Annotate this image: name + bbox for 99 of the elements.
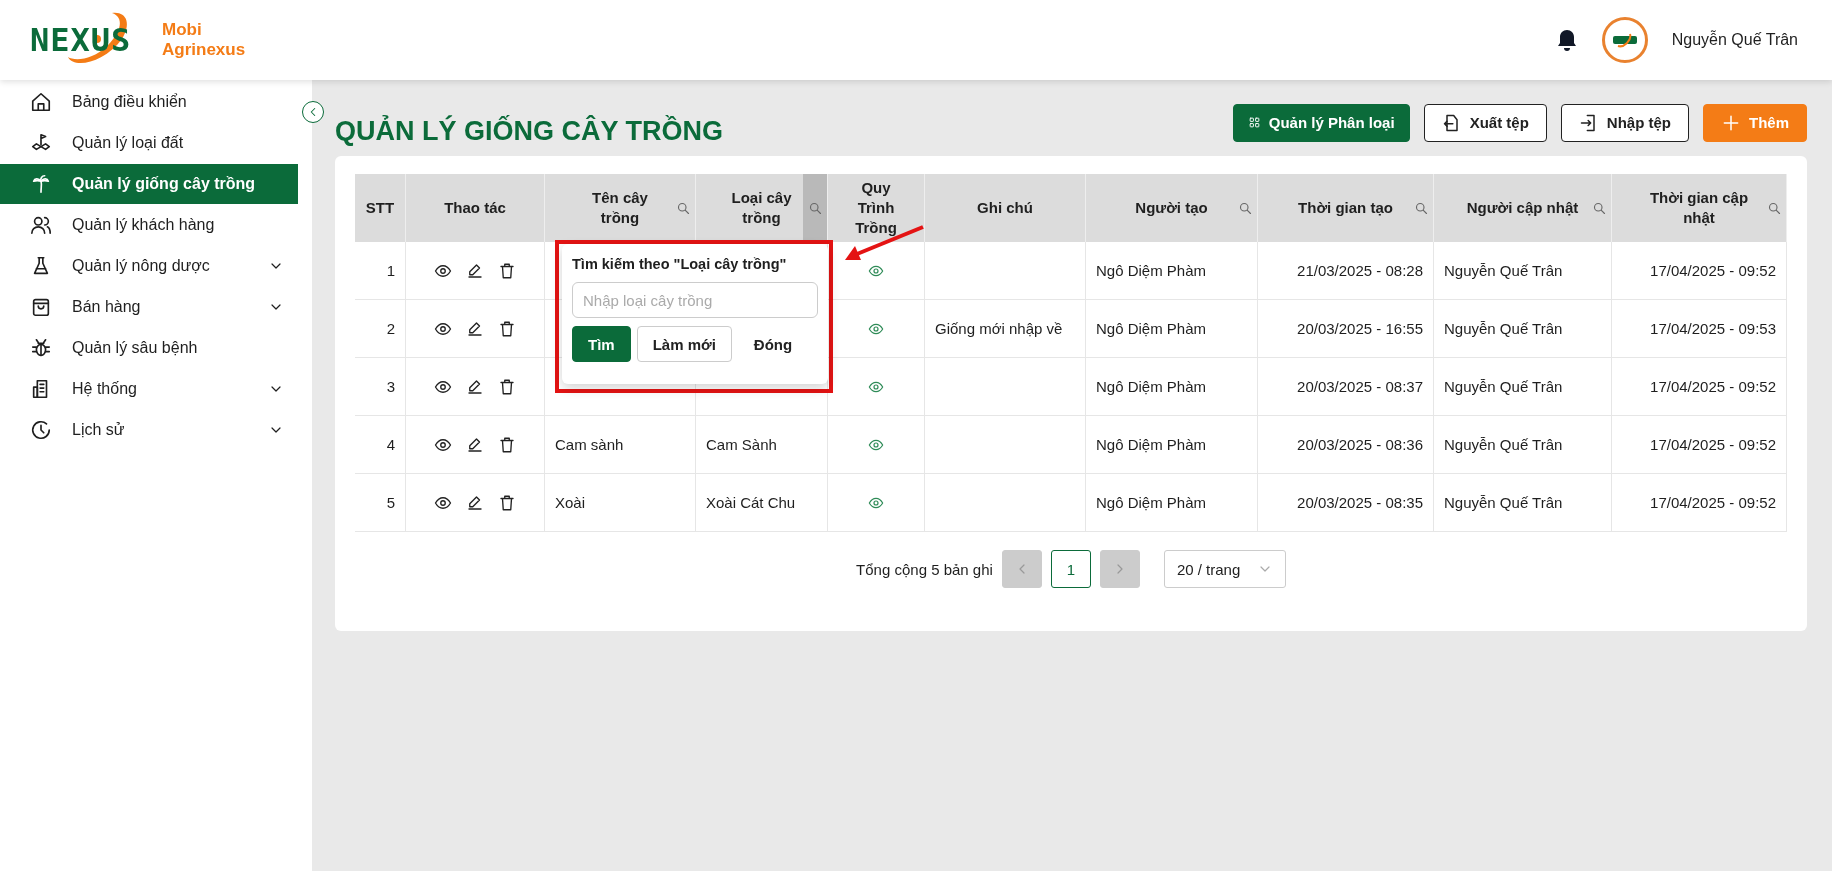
table-cell: 21/03/2025 - 08:28 [1258, 242, 1434, 300]
search-icon [675, 200, 691, 216]
table-cell: Cam sành [545, 416, 696, 474]
popup-button[interactable]: Làm mới [636, 326, 732, 362]
column-header: Thời gian tạo [1258, 174, 1434, 242]
table-cell: Ngô Diệm Phàm [1086, 358, 1258, 416]
bug-icon [30, 337, 52, 359]
avatar[interactable] [1601, 17, 1648, 63]
trash-icon [498, 435, 516, 454]
column-header: Thao tác [406, 174, 545, 242]
table-cell: 20/03/2025 - 16:55 [1258, 300, 1434, 358]
home-icon [30, 91, 52, 113]
sidebar-item[interactable]: Quản lý loại đất [0, 123, 298, 163]
collapse-button[interactable] [302, 101, 324, 123]
table-cell: Nguyễn Quế Trân [1434, 358, 1612, 416]
table-cell: Nguyễn Quế Trân [1434, 300, 1612, 358]
table-cell: 17/04/2025 - 09:52 [1612, 474, 1787, 532]
table-cell: 17/04/2025 - 09:52 [1612, 242, 1787, 300]
delete-button[interactable] [498, 261, 516, 280]
table-cell: 1 [355, 242, 406, 300]
page-title: QUẢN LÝ GIỐNG CÂY TRỒNG [335, 116, 725, 147]
trash-icon [498, 261, 516, 280]
table-cell: 2 [355, 300, 406, 358]
table-cell: 3 [355, 358, 406, 416]
edit-button[interactable] [466, 377, 484, 396]
user-name: Nguyễn Quế Trân [1671, 31, 1798, 49]
clock-icon [30, 419, 52, 441]
table-cell: Ngô Diệm Phàm [1086, 474, 1258, 532]
search-icon [1237, 200, 1253, 216]
bell-icon[interactable] [1555, 28, 1578, 52]
column-header: STT [355, 174, 406, 242]
column-header: Loại cây trồng [696, 174, 828, 242]
pencil-icon [466, 319, 484, 338]
table-cell: Cam Sành [696, 416, 828, 474]
table-cell: 20/03/2025 - 08:36 [1258, 416, 1434, 474]
table-cell: Xoài Cát Chu [696, 474, 828, 532]
edit-button[interactable] [466, 261, 484, 280]
sidebar-item[interactable]: Quản lý sâu bệnh [0, 328, 298, 368]
delete-button[interactable] [498, 377, 516, 396]
table-cell: Xoài [545, 474, 696, 532]
sidebar-item[interactable]: Bán hàng [0, 287, 298, 327]
column-header: Người tạo [1086, 174, 1258, 242]
table-cell: 4 [355, 416, 406, 474]
table-cell: Nguyễn Quế Trân [1434, 416, 1612, 474]
action-button[interactable]: Xuất tệp [1423, 103, 1547, 142]
table-cell: 17/04/2025 - 09:52 [1612, 416, 1787, 474]
action-button[interactable]: Nhập tệp [1560, 103, 1689, 142]
page-button[interactable]: 1 [1050, 550, 1091, 588]
table-cell: 20/03/2025 - 08:35 [1258, 474, 1434, 532]
table-cell: Nguyễn Quế Trân [1434, 474, 1612, 532]
search-icon [1766, 200, 1782, 216]
pencil-icon [466, 493, 484, 512]
popup-button[interactable]: Tìm [572, 326, 631, 362]
column-header: Quy Trình Trồng [828, 174, 925, 242]
table-cell: 5 [355, 474, 406, 532]
delete-button[interactable] [498, 435, 516, 454]
table-cell: Ngô Diệm Phàm [1086, 416, 1258, 474]
bag-icon [30, 296, 52, 318]
search-field[interactable]: Nhập loại cây trồng [572, 282, 818, 318]
table-cell: Ngô Diệm Phàm [1086, 300, 1258, 358]
search-icon [1413, 200, 1429, 216]
brand-name: Mobi [162, 20, 203, 40]
sidebar-item[interactable]: Bảng điều khiển [0, 82, 298, 122]
action-button[interactable]: Quản lý Phân loại [1232, 103, 1410, 142]
trash-icon [498, 493, 516, 512]
pencil-icon [466, 435, 484, 454]
column-header: Ghi chú [925, 174, 1086, 242]
brand-name: Agrinexus [162, 40, 246, 60]
sidebar-item[interactable]: Hệ thống [0, 369, 298, 409]
edit-button[interactable] [466, 493, 484, 512]
table-cell: Giống mới nhập về [925, 300, 1086, 358]
table-cell: Nguyễn Quế Trân [1434, 242, 1612, 300]
table-cell: 20/03/2025 - 08:37 [1258, 358, 1434, 416]
table-cell: 17/04/2025 - 09:53 [1612, 300, 1787, 358]
sidebar-item[interactable]: Quản lý khách hàng [0, 205, 298, 245]
search-icon [807, 200, 823, 216]
sidebar-item[interactable]: Quản lý giống cây trồng [0, 164, 298, 204]
table-cell: Ngô Diệm Phàm [1086, 242, 1258, 300]
delete-button[interactable] [498, 319, 516, 338]
pencil-icon [466, 261, 484, 280]
total-records: Tổng cộng 5 bản ghi [856, 560, 993, 578]
palm-tree-icon [30, 173, 52, 195]
column-header: Người cập nhật [1434, 174, 1612, 242]
sidebar-item[interactable]: Quản lý nông dược [0, 246, 298, 286]
users-icon [30, 214, 52, 236]
search-icon [1591, 200, 1607, 216]
sidebar-item[interactable]: Lịch sử [0, 410, 298, 450]
trash-icon [498, 319, 516, 338]
delete-button[interactable] [498, 493, 516, 512]
edit-button[interactable] [466, 319, 484, 338]
popup-title: Tìm kiếm theo "Loại cây trồng" [572, 256, 788, 272]
table-cell: 17/04/2025 - 09:52 [1612, 358, 1787, 416]
trash-icon [498, 377, 516, 396]
column-header: Tên cây trồng [545, 174, 696, 242]
edit-button[interactable] [466, 435, 484, 454]
pencil-icon [466, 377, 484, 396]
page-size-select[interactable]: 20 / trang [1163, 550, 1286, 588]
grid-icon [1247, 116, 1261, 129]
column-header: Thời gian cập nhật [1612, 174, 1787, 242]
